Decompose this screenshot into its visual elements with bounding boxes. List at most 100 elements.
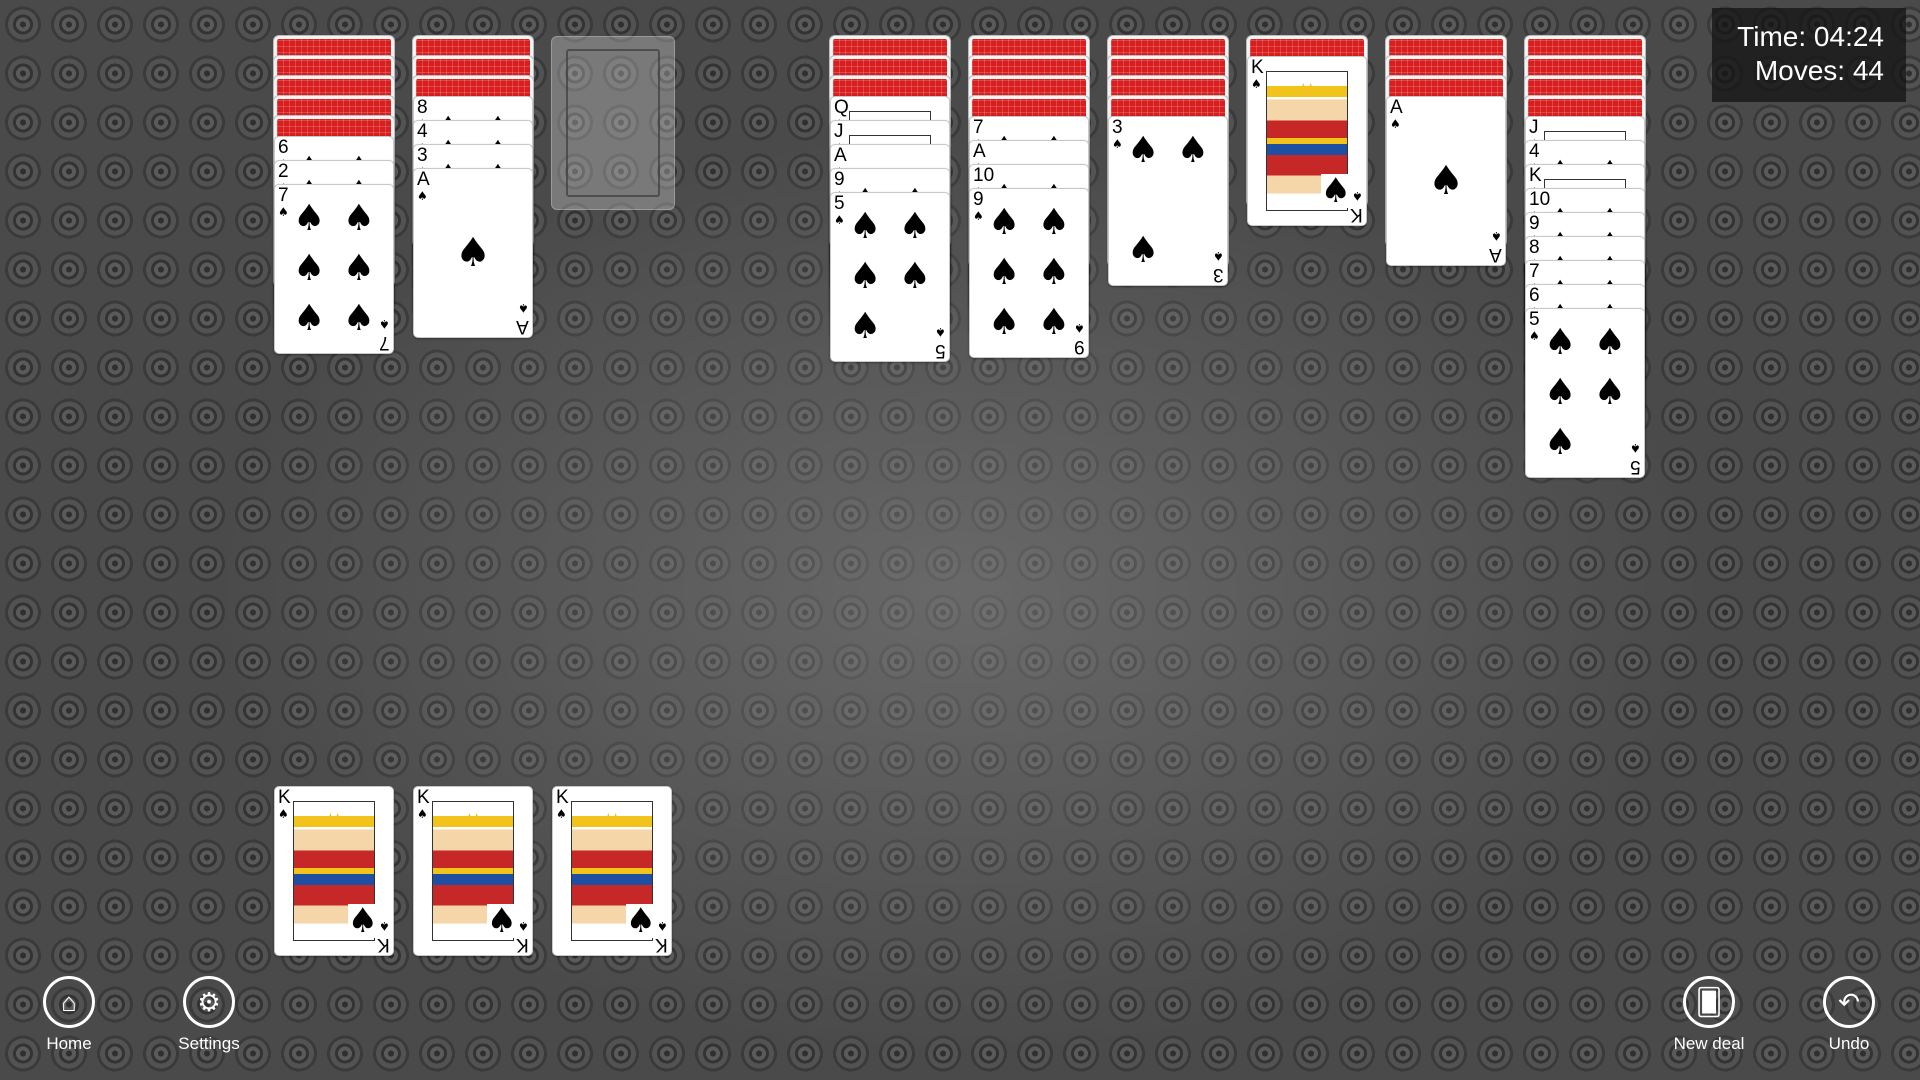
card-rank: 4 bbox=[417, 121, 428, 142]
spade-icon: ♠ bbox=[834, 213, 845, 227]
spade-icon: ♠ bbox=[988, 302, 1021, 343]
spade-icon: ♠ bbox=[417, 807, 428, 821]
card-face-up[interactable]: A♠♠A♠ bbox=[413, 168, 533, 338]
card-rank: 9 bbox=[1529, 213, 1540, 234]
card-face-up[interactable]: 3♠♠♠♠3♠ bbox=[1108, 116, 1228, 286]
king-portrait bbox=[1266, 71, 1351, 211]
card-rank: 6 bbox=[278, 137, 289, 158]
status-panel: Time: 04:24 Moves: 44 bbox=[1712, 8, 1906, 102]
spade-icon: ♠ bbox=[1428, 158, 1464, 204]
card-face-up[interactable]: A♠♠A♠ bbox=[1386, 96, 1506, 266]
card-rank: A bbox=[973, 141, 986, 162]
time-label: Time: bbox=[1737, 21, 1807, 52]
card-rank: 6 bbox=[1529, 285, 1540, 306]
spade-icon: ♠ bbox=[379, 317, 390, 331]
card-rank: 7 bbox=[973, 117, 984, 138]
card-pips: ♠ ♠ ♠ ♠ ♠ ♠ bbox=[293, 201, 375, 337]
card-rank: A bbox=[417, 169, 430, 190]
card-rank-corner: K bbox=[655, 934, 668, 955]
undo-icon: ↶ bbox=[1823, 976, 1875, 1028]
moves-value: 44 bbox=[1852, 55, 1884, 86]
spade-icon: ♠ bbox=[278, 807, 289, 821]
spade-icon: ♠ bbox=[342, 298, 375, 339]
card-rank: 3 bbox=[417, 145, 428, 166]
spade-icon: ♠ bbox=[1352, 189, 1363, 203]
card-face-up[interactable]: 5 ♠ ♠ ♠ ♠ ♠ ♠ 5 ♠ bbox=[1525, 308, 1645, 478]
card-rank: J bbox=[1529, 117, 1539, 138]
card-rank-corner: A bbox=[1489, 244, 1502, 265]
spade-icon: ♠ bbox=[1544, 322, 1577, 363]
card-face-up: K♠K♠ bbox=[274, 786, 394, 956]
spade-icon: ♠ bbox=[1074, 321, 1085, 335]
spade-icon: ♠ bbox=[1593, 372, 1626, 413]
spade-icon: ♠ bbox=[973, 209, 984, 223]
spade-icon: ♠ bbox=[1491, 229, 1502, 243]
card-rank: 4 bbox=[1529, 141, 1540, 162]
card-rank: Q bbox=[834, 97, 849, 118]
king-portrait bbox=[293, 801, 378, 941]
spade-icon: ♠ bbox=[1037, 202, 1070, 243]
card-rank-corner: 7 bbox=[379, 332, 390, 353]
time-value: 04:24 bbox=[1813, 21, 1884, 52]
spade-icon: ♠ bbox=[898, 206, 931, 247]
card-rank: K bbox=[556, 787, 569, 808]
spade-icon: ♠ bbox=[1037, 252, 1070, 293]
card-rank: K bbox=[417, 787, 430, 808]
card-pips: ♠ ♠ ♠ ♠ ♠ bbox=[1544, 325, 1626, 461]
spade-icon: ♠ bbox=[342, 198, 375, 239]
card-rank: K bbox=[1529, 165, 1542, 186]
card-pips: ♠ bbox=[1405, 113, 1487, 249]
card-rank: 9 bbox=[973, 189, 984, 210]
spade-icon: ♠ bbox=[278, 205, 289, 219]
king-portrait bbox=[432, 801, 517, 941]
moves-label: Moves: bbox=[1754, 55, 1846, 86]
card-rank: K bbox=[278, 787, 291, 808]
home-icon: ⌂ bbox=[43, 976, 95, 1028]
spade-icon: ♠ bbox=[657, 919, 668, 933]
card-face-up[interactable]: 5 ♠ ♠ ♠ ♠ ♠ ♠ 5 ♠ bbox=[830, 192, 950, 362]
spade-icon: ♠ bbox=[417, 189, 428, 203]
spade-icon: ♠ bbox=[988, 202, 1021, 243]
card-face-up[interactable]: 7♠♠♠♠♠♠♠7♠ bbox=[274, 184, 394, 354]
card-rank: 7 bbox=[1529, 261, 1540, 282]
spade-icon: ♠ bbox=[1593, 322, 1626, 363]
card-pips: ♠ bbox=[432, 185, 514, 321]
cards-icon: 🂠 bbox=[1683, 976, 1735, 1028]
card-rank: 5 bbox=[1529, 309, 1540, 330]
time-readout: Time: 04:24 bbox=[1712, 20, 1884, 54]
card-face-up[interactable]: 9♠♠♠♠♠♠♠9♠ bbox=[969, 188, 1089, 358]
spade-icon: ♠ bbox=[1390, 117, 1401, 131]
card-rank-corner: 5 bbox=[1630, 456, 1641, 477]
spade-icon: ♠ bbox=[1544, 422, 1577, 463]
spade-icon: ♠ bbox=[379, 919, 390, 933]
card-rank-corner: K bbox=[377, 934, 390, 955]
home-button[interactable]: ⌂ Home bbox=[14, 976, 124, 1054]
spade-icon: ♠ bbox=[293, 298, 326, 339]
completed-sequence-pile: K♠K♠ bbox=[552, 786, 674, 956]
card-rank: 8 bbox=[1529, 237, 1540, 258]
spade-icon: ♠ bbox=[1529, 329, 1540, 343]
new-deal-button[interactable]: 🂠 New deal bbox=[1654, 976, 1764, 1054]
king-portrait bbox=[571, 801, 656, 941]
empty-tableau-slot[interactable] bbox=[551, 36, 675, 210]
card-rank: 9 bbox=[834, 169, 845, 190]
card-rank-corner: 9 bbox=[1074, 336, 1085, 357]
spade-icon: ♠ bbox=[1251, 77, 1262, 91]
home-label: Home bbox=[46, 1034, 92, 1053]
card-face-up: K♠K♠ bbox=[552, 786, 672, 956]
card-face-up[interactable]: K♠K♠ bbox=[1247, 56, 1367, 226]
card-rank-corner: K bbox=[516, 934, 529, 955]
settings-button[interactable]: ⚙ Settings bbox=[154, 976, 264, 1054]
card-pips: ♠ ♠ ♠ ♠ ♠ bbox=[849, 209, 931, 345]
completed-sequence-pile: K♠K♠ bbox=[413, 786, 535, 956]
undo-button[interactable]: ↶ Undo bbox=[1794, 976, 1904, 1054]
spade-icon: ♠ bbox=[556, 807, 567, 821]
spade-icon: ♠ bbox=[988, 252, 1021, 293]
spade-icon: ♠ bbox=[1544, 372, 1577, 413]
spade-icon: ♠ bbox=[1630, 441, 1641, 455]
spade-icon: ♠ bbox=[1127, 130, 1160, 171]
card-pips: ♠ ♠ ♠ bbox=[1127, 133, 1209, 269]
spade-icon: ♠ bbox=[518, 919, 529, 933]
card-rank: K bbox=[1251, 57, 1264, 78]
undo-label: Undo bbox=[1828, 1034, 1870, 1053]
